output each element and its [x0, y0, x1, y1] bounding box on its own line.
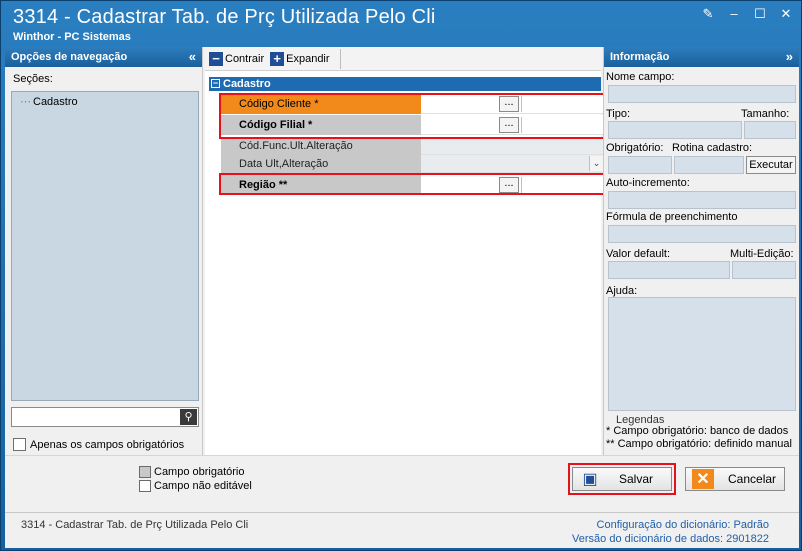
- routine-label: Rotina cadastro:: [672, 142, 753, 154]
- legend-manual-required: ** Campo obrigatório: definido manual: [606, 438, 792, 450]
- default-label: Valor default:: [606, 248, 671, 260]
- title-bar: 3314 - Cadastrar Tab. de Prç Utilizada P…: [1, 1, 801, 45]
- navigation-panel: Opções de navegação « Seções: ⋯ Cadastro …: [5, 47, 203, 455]
- close-icon[interactable]: ✕: [779, 7, 793, 21]
- action-bar: Campo obrigatório Campo não editável ▣ S…: [5, 455, 799, 511]
- information-header: Informação »: [604, 47, 799, 67]
- only-required-label: Apenas os campos obrigatórios: [30, 438, 185, 451]
- legend-title: Legendas: [616, 414, 665, 426]
- maximize-icon[interactable]: ☐: [753, 7, 767, 21]
- grid-row-cod-func-ult-alteracao[interactable]: Cód.Func.Ult.Alteração: [221, 137, 603, 155]
- tree-item-label: Cadastro: [33, 96, 78, 108]
- cancel-label: Cancelar: [728, 472, 777, 486]
- minimize-icon[interactable]: –: [727, 7, 741, 21]
- help-label: Ajuda:: [606, 285, 638, 297]
- formula-label: Fórmula de preenchimento: [606, 211, 738, 223]
- help-text: [608, 297, 796, 411]
- edit-icon[interactable]: ✎: [701, 7, 715, 21]
- multi-edit-value: [732, 261, 796, 279]
- legend-noedit-item: Campo não editável: [139, 480, 252, 492]
- required-value: [608, 156, 672, 174]
- window-controls: ✎ – ☐ ✕: [701, 7, 793, 21]
- field-name-label: Nome campo:: [606, 71, 675, 83]
- collapse-label: Contrair: [225, 52, 265, 65]
- row-label: Cód.Func.Ult.Alteração: [221, 137, 421, 155]
- dictionary-config-value: Padrão: [733, 519, 769, 531]
- routine-value: [674, 156, 744, 174]
- only-required-checkbox[interactable]: [13, 438, 26, 451]
- size-label: Tamanho:: [741, 108, 790, 120]
- tree-connector: ⋯: [20, 96, 31, 108]
- default-value: [608, 261, 730, 279]
- dictionary-config-line: Configuração do dicionário: Padrão: [572, 518, 769, 532]
- app-window: 3314 - Cadastrar Tab. de Prç Utilizada P…: [0, 0, 802, 551]
- type-label: Tipo:: [606, 108, 631, 120]
- row-label: Data Ult,Alteração: [221, 155, 421, 173]
- expand-panel-icon[interactable]: »: [786, 47, 793, 67]
- dictionary-config-label: Configuração do dicionário:: [596, 519, 731, 531]
- grid-toolbar: − Contrair + Expandir: [205, 47, 601, 71]
- required-label: Obrigatório:: [606, 142, 664, 154]
- collapse-panel-icon[interactable]: «: [189, 47, 196, 67]
- navigation-header-label: Opções de navegação: [11, 51, 128, 63]
- autoinc-label: Auto-incremento:: [606, 177, 690, 189]
- dictionary-version-value: 2901822: [726, 533, 769, 545]
- window-title: 3314 - Cadastrar Tab. de Prç Utilizada P…: [13, 6, 436, 28]
- collapse-button[interactable]: − Contrair: [209, 51, 265, 66]
- collapse-group-icon[interactable]: −: [211, 79, 220, 88]
- field-name-value: [608, 85, 796, 103]
- toolbar-divider: [339, 48, 341, 69]
- group-header-cadastro[interactable]: − Cadastro: [209, 77, 601, 91]
- properties-grid-panel: − Contrair + Expandir − Cadastro Código …: [205, 47, 605, 455]
- properties-grid: − Cadastro Código Cliente * ... Código F…: [209, 77, 603, 195]
- expand-label: Expandir: [286, 52, 330, 65]
- dictionary-info: Configuração do dicionário: Padrão Versã…: [572, 518, 769, 546]
- noedit-swatch: [139, 480, 151, 492]
- legend-noedit-label: Campo não editável: [154, 480, 252, 492]
- legend-required-label: Campo obrigatório: [154, 466, 245, 478]
- size-value: [744, 121, 796, 139]
- dictionary-version-line: Versão do dicionário de dados: 2901822: [572, 532, 769, 546]
- data-ult-alteracao-field: ⌄: [421, 155, 603, 173]
- status-title: 3314 - Cadastrar Tab. de Prç Utilizada P…: [21, 519, 249, 531]
- information-header-label: Informação: [610, 51, 670, 63]
- dictionary-version-label: Versão do dicionário de dados:: [572, 533, 724, 545]
- highlight-save-button: [568, 463, 676, 495]
- sections-tree: ⋯ Cadastro: [11, 91, 199, 401]
- window-subtitle: Winthor - PC Sistemas: [13, 31, 131, 43]
- cancel-x-icon: ✕: [692, 469, 714, 489]
- search-icon[interactable]: ⚲: [180, 409, 197, 425]
- sections-label: Seções:: [13, 73, 53, 85]
- autoinc-value: [608, 191, 796, 209]
- chevron-down-icon[interactable]: ⌄: [589, 156, 603, 171]
- grid-row-data-ult-alteracao[interactable]: Data Ult,Alteração ⌄: [221, 155, 603, 173]
- legend-required-item: Campo obrigatório: [139, 466, 245, 478]
- client-area: Opções de navegação « Seções: ⋯ Cadastro …: [5, 47, 799, 548]
- cancel-button[interactable]: ✕ Cancelar: [685, 467, 785, 491]
- required-swatch: [139, 466, 151, 478]
- highlight-regiao-field: [219, 173, 605, 195]
- legend-db-required: * Campo obrigatório: banco de dados: [606, 425, 789, 437]
- plus-icon: +: [270, 51, 285, 66]
- status-bar: 3314 - Cadastrar Tab. de Prç Utilizada P…: [5, 512, 799, 548]
- only-required-checkbox-row[interactable]: Apenas os campos obrigatórios: [13, 438, 184, 451]
- navigation-header: Opções de navegação «: [5, 47, 202, 67]
- type-value: [608, 121, 742, 139]
- legend-box: Legendas * Campo obrigatório: banco de d…: [606, 415, 798, 451]
- tree-item-cadastro[interactable]: ⋯ Cadastro: [20, 95, 78, 108]
- expand-button[interactable]: + Expandir: [270, 51, 330, 66]
- execute-button[interactable]: Executar: [746, 156, 796, 174]
- multi-edit-label: Multi-Edição:: [730, 248, 794, 260]
- highlight-required-fields: [219, 93, 605, 139]
- minus-icon: −: [209, 51, 223, 66]
- group-label: Cadastro: [223, 78, 271, 90]
- information-panel: Informação » Nome campo: Tipo: Tamanho: …: [603, 47, 799, 455]
- cod-func-ult-alteracao-field: [421, 137, 603, 155]
- sections-search-input[interactable]: ⚲: [11, 407, 199, 427]
- formula-value: [608, 225, 796, 243]
